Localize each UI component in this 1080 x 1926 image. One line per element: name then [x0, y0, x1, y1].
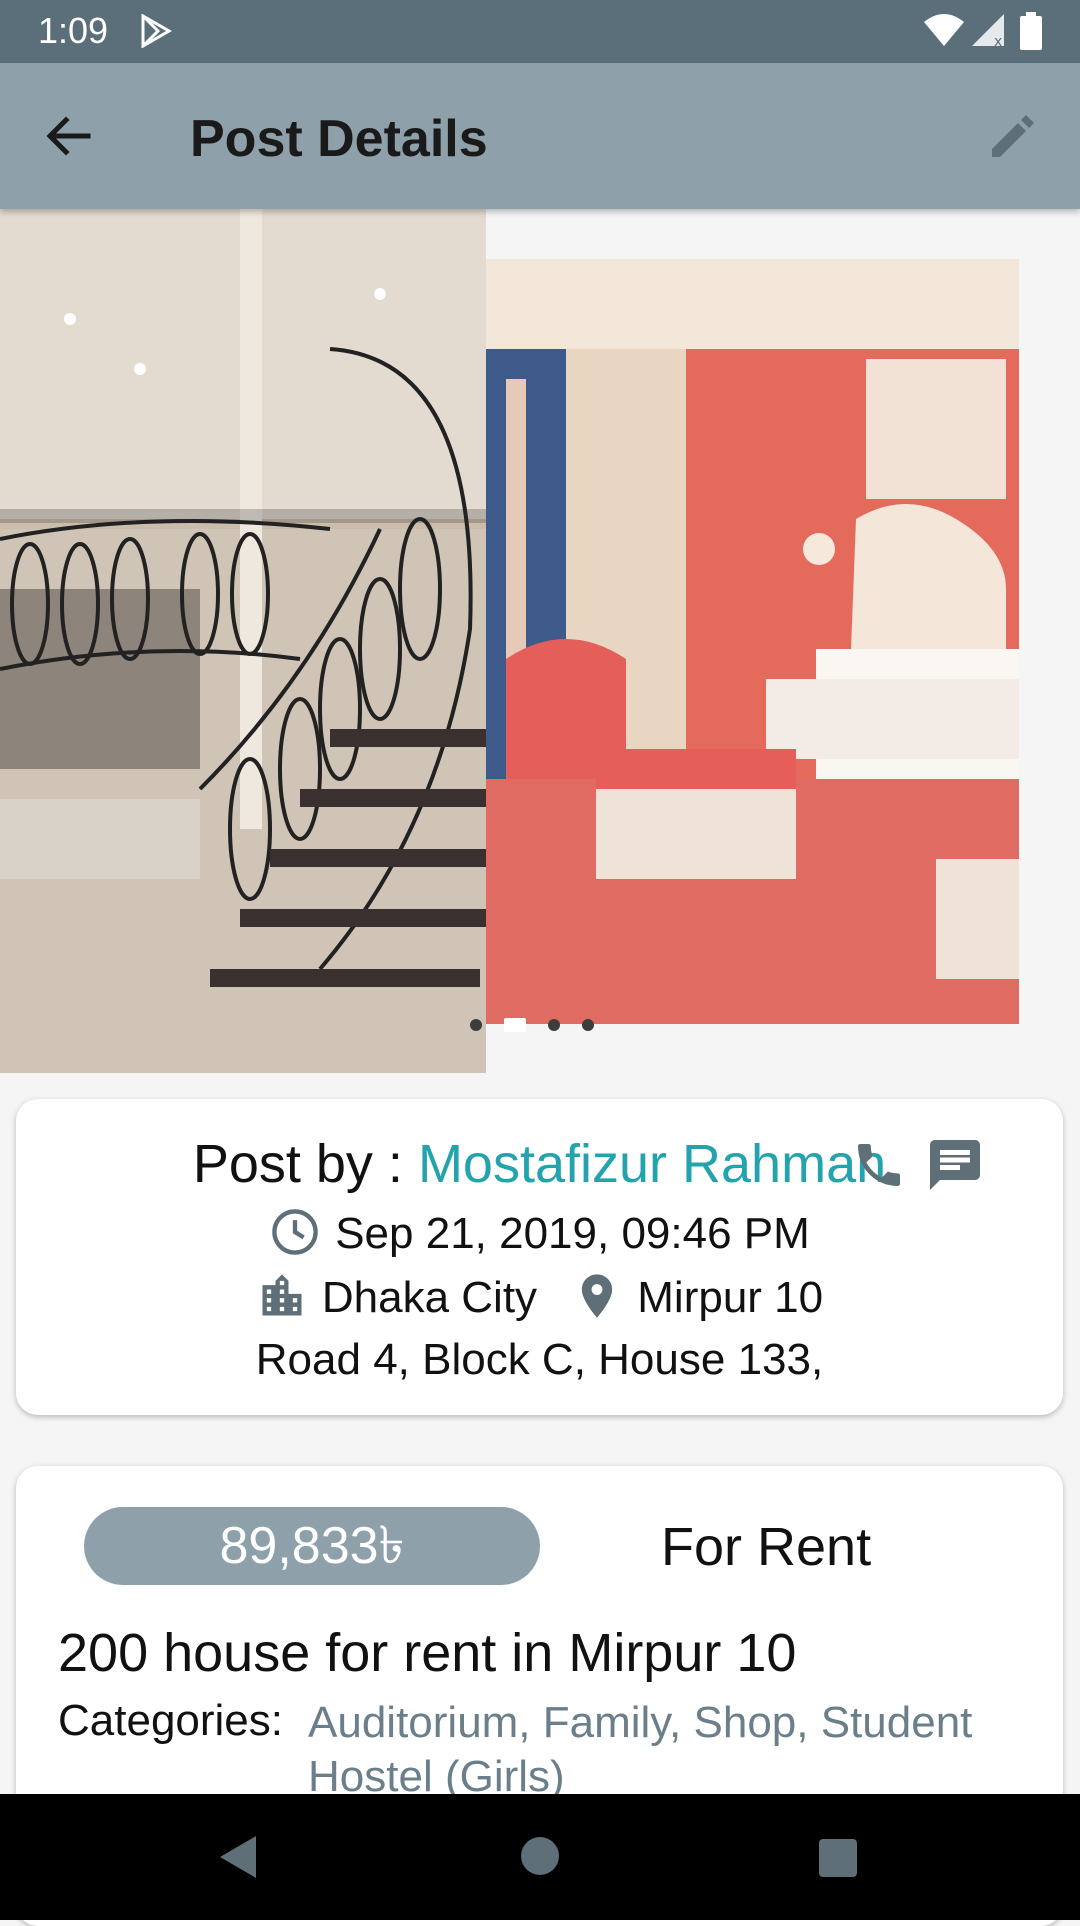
date-row: Sep 21, 2019, 09:46 PM: [16, 1209, 1063, 1262]
clock-icon: [272, 1209, 318, 1256]
address-text: Road 4, Block C, House 133,: [255, 1335, 824, 1384]
page-dot-3[interactable]: [548, 1019, 560, 1031]
nav-home-icon[interactable]: [520, 1836, 560, 1876]
battery-icon: [1020, 12, 1042, 50]
message-icon[interactable]: [925, 1135, 985, 1195]
signal-icon: x: [972, 14, 1004, 48]
location-row: Dhaka City Mirpur 10: [16, 1273, 1063, 1326]
location-pin-icon: [582, 1274, 613, 1319]
bedroom-illustration: [486, 259, 1019, 1024]
staircase-illustration: [0, 209, 486, 1073]
categories-list: Auditorium, Family, Shop, Student Hostel…: [308, 1698, 973, 1801]
listing-type: For Rent: [661, 1517, 872, 1577]
status-bar: 1:09 x: [0, 0, 1080, 63]
play-store-icon: [141, 14, 172, 48]
edit-pencil-icon[interactable]: [986, 109, 1040, 163]
gallery-image-bedroom[interactable]: [486, 259, 1019, 1024]
city-building-icon: [262, 1274, 302, 1316]
page-dot-4[interactable]: [582, 1019, 594, 1031]
arrow-back-icon[interactable]: [40, 108, 96, 164]
nav-recents-icon[interactable]: [818, 1838, 858, 1878]
post-date: Sep 21, 2019, 09:46 PM: [335, 1209, 810, 1258]
city-name: Dhaka City: [321, 1273, 538, 1322]
gallery-image-staircase[interactable]: [0, 209, 486, 1073]
post-info-card: Post by : Mostafizur Rahman Sep 21, 2019…: [16, 1099, 1063, 1415]
app-bar: Post Details: [0, 63, 1080, 209]
status-time: 1:09: [38, 10, 109, 51]
price-badge: 89,833৳: [84, 1507, 540, 1585]
page-dot-2-active[interactable]: [504, 1018, 526, 1032]
gallery-page-indicator: [470, 1017, 594, 1033]
listing-headline: 200 house for rent in Mirpur 10: [58, 1623, 797, 1683]
post-by-label: Post by :: [192, 1134, 418, 1194]
system-navigation-bar: [0, 1794, 1080, 1920]
page-title: Post Details: [190, 110, 488, 168]
wifi-icon: [924, 14, 964, 46]
nav-back-icon[interactable]: [216, 1834, 260, 1880]
svg-text:x: x: [994, 34, 1002, 48]
author-link[interactable]: Mostafizur Rahman: [418, 1134, 886, 1194]
area-name: Mirpur 10: [637, 1273, 824, 1322]
page-dot-1[interactable]: [470, 1019, 482, 1031]
categories-label: Categories:: [58, 1696, 284, 1745]
phone-icon[interactable]: [851, 1137, 907, 1193]
image-gallery[interactable]: [0, 209, 1080, 1073]
